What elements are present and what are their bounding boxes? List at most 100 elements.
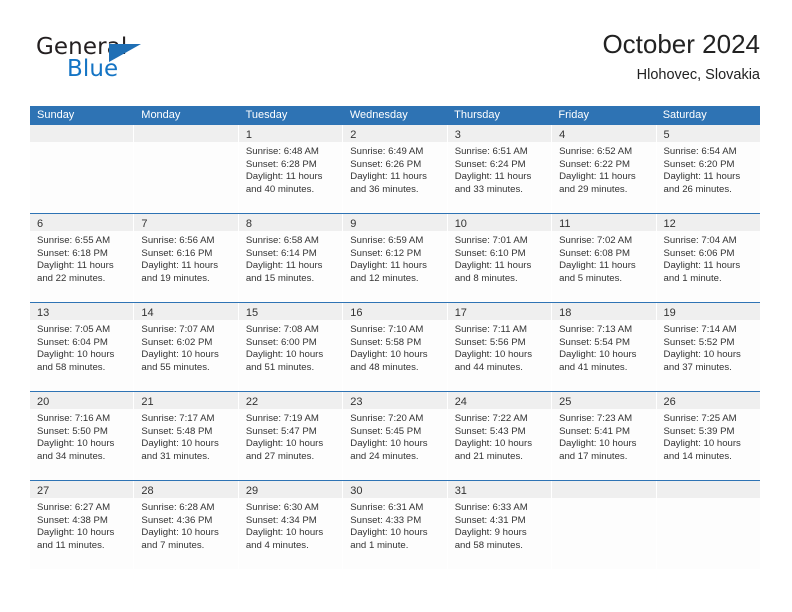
day-details: Sunrise: 6:30 AM Sunset: 4:34 PM Daylight:… — [239, 498, 342, 552]
day-number: 3 — [454, 129, 461, 141]
day-details: Sunrise: 7:22 AM Sunset: 5:43 PM Daylight:… — [448, 409, 551, 463]
sunrise-time: Sunrise: 7:10 AM — [350, 324, 424, 335]
sunset-time: Sunset: 4:33 PM — [350, 514, 422, 526]
day-number: 12 — [663, 218, 676, 230]
day-number: 10 — [454, 218, 467, 230]
brand-logo[interactable]: General Blue — [36, 34, 236, 94]
calendar-day-cell[interactable]: 14 Sunrise: 7:07 AM Sunset: 6:02 PM Dayligh… — [133, 303, 238, 391]
calendar-day-cell-empty — [133, 125, 238, 213]
daylight-duration-line2: and 58 minutes. — [454, 539, 523, 551]
day-number-bar — [134, 125, 238, 142]
calendar-day-cell[interactable]: 23 Sunrise: 7:20 AM Sunset: 5:45 PM Dayligh… — [342, 392, 447, 480]
day-number: 21 — [141, 396, 154, 408]
calendar-day-cell[interactable]: 10 Sunrise: 7:01 AM Sunset: 6:10 PM Dayligh… — [446, 214, 552, 302]
day-details: Sunrise: 7:17 AM Sunset: 5:48 PM Daylight:… — [134, 409, 237, 463]
calendar-weeks: 1 Sunrise: 6:48 AM Sunset: 6:28 PM Daylight… — [30, 125, 760, 569]
daylight-duration-line2: and 14 minutes. — [663, 450, 732, 462]
sunrise-time: Sunrise: 6:52 AM — [559, 146, 633, 157]
daylight-duration-line2: and 48 minutes. — [350, 361, 419, 373]
day-details: Sunrise: 6:58 AM Sunset: 6:14 PM Daylight:… — [239, 231, 342, 285]
sunrise-time: Sunrise: 7:14 AM — [663, 324, 737, 335]
sunrise-time: Sunrise: 6:54 AM — [663, 146, 737, 157]
calendar-day-cell[interactable]: 3 Sunrise: 6:51 AM Sunset: 6:24 PM Daylight… — [446, 125, 552, 213]
daylight-duration-line2: and 26 minutes. — [663, 183, 732, 195]
daylight-duration-line1: Daylight: 10 hours — [663, 349, 741, 361]
calendar-day-cell[interactable]: 5 Sunrise: 6:54 AM Sunset: 6:20 PM Daylight… — [655, 125, 760, 213]
calendar-day-cell[interactable]: 2 Sunrise: 6:49 AM Sunset: 6:26 PM Daylight… — [342, 125, 447, 213]
sunset-time: Sunset: 5:45 PM — [350, 425, 422, 437]
day-number-bar: 26 — [656, 392, 760, 409]
day-details: Sunrise: 7:02 AM Sunset: 6:08 PM Daylight:… — [552, 231, 655, 285]
day-number-bar: 19 — [656, 303, 760, 320]
calendar-day-cell[interactable]: 11 Sunrise: 7:02 AM Sunset: 6:08 PM Dayligh… — [551, 214, 656, 302]
sunrise-time: Sunrise: 6:28 AM — [141, 502, 215, 513]
day-details: Sunrise: 6:31 AM Sunset: 4:33 PM Daylight:… — [343, 498, 446, 552]
daylight-duration-line2: and 24 minutes. — [350, 450, 419, 462]
day-number: 11 — [559, 218, 571, 230]
calendar-day-cell[interactable]: 1 Sunrise: 6:48 AM Sunset: 6:28 PM Daylight… — [237, 125, 343, 213]
sunrise-time: Sunrise: 7:01 AM — [454, 235, 528, 246]
day-number-bar: 13 — [30, 303, 134, 320]
calendar-day-cell[interactable]: 26 Sunrise: 7:25 AM Sunset: 5:39 PM Dayligh… — [655, 392, 760, 480]
sunrise-time: Sunrise: 7:19 AM — [245, 413, 319, 424]
calendar-page: General Blue October 2024 Hlohovec, Slov… — [0, 0, 792, 612]
weekday-header-sunday: Sunday — [37, 109, 75, 121]
daylight-duration-line1: Daylight: 10 hours — [454, 438, 533, 450]
daylight-duration-line1: Daylight: 10 hours — [141, 438, 219, 450]
daylight-duration-line2: and 15 minutes. — [245, 272, 315, 284]
day-number: 14 — [141, 307, 154, 319]
calendar-day-cell[interactable]: 22 Sunrise: 7:19 AM Sunset: 5:47 PM Dayligh… — [237, 392, 343, 480]
day-details: Sunrise: 6:28 AM Sunset: 4:36 PM Daylight:… — [134, 498, 237, 552]
calendar-day-cell[interactable]: 28 Sunrise: 6:28 AM Sunset: 4:36 PM Dayligh… — [133, 481, 238, 569]
day-details: Sunrise: 7:07 AM Sunset: 6:02 PM Daylight:… — [134, 320, 237, 374]
calendar-day-cell[interactable]: 20 Sunrise: 7:16 AM Sunset: 5:50 PM Dayligh… — [30, 392, 134, 480]
calendar-day-cell[interactable]: 19 Sunrise: 7:14 AM Sunset: 5:52 PM Dayligh… — [655, 303, 760, 391]
day-number-bar: 8 — [238, 214, 343, 231]
daylight-duration-line2: and 37 minutes. — [663, 361, 732, 373]
calendar-day-cell[interactable]: 25 Sunrise: 7:23 AM Sunset: 5:41 PM Dayligh… — [551, 392, 656, 480]
calendar-week-row: 20 Sunrise: 7:16 AM Sunset: 5:50 PM Dayligh… — [30, 391, 760, 480]
calendar-day-cell[interactable]: 18 Sunrise: 7:13 AM Sunset: 5:54 PM Dayligh… — [551, 303, 656, 391]
day-number-bar: 5 — [656, 125, 760, 142]
daylight-duration-line2: and 8 minutes. — [454, 272, 518, 284]
calendar-day-cell[interactable]: 4 Sunrise: 6:52 AM Sunset: 6:22 PM Daylight… — [551, 125, 656, 213]
calendar-day-cell[interactable]: 30 Sunrise: 6:31 AM Sunset: 4:33 PM Dayligh… — [342, 481, 447, 569]
daylight-duration-line2: and 22 minutes. — [37, 272, 106, 284]
calendar-day-cell[interactable]: 16 Sunrise: 7:10 AM Sunset: 5:58 PM Dayligh… — [342, 303, 447, 391]
weekday-header-saturday: Saturday — [662, 109, 707, 121]
day-number-bar: 10 — [447, 214, 552, 231]
day-details: Sunrise: 7:25 AM Sunset: 5:39 PM Daylight:… — [657, 409, 760, 463]
day-number-bar: 24 — [447, 392, 552, 409]
calendar-day-cell[interactable]: 8 Sunrise: 6:58 AM Sunset: 6:14 PM Daylight… — [237, 214, 343, 302]
calendar-day-cell[interactable]: 15 Sunrise: 7:08 AM Sunset: 6:00 PM Dayligh… — [237, 303, 343, 391]
sunrise-time: Sunrise: 6:49 AM — [350, 146, 424, 157]
daylight-duration-line2: and 36 minutes. — [350, 183, 419, 195]
calendar-day-cell[interactable]: 9 Sunrise: 6:59 AM Sunset: 6:12 PM Daylight… — [342, 214, 447, 302]
weekday-header-thursday: Thursday — [454, 109, 500, 121]
day-number: 8 — [245, 218, 252, 230]
sunset-time: Sunset: 6:14 PM — [245, 247, 317, 259]
calendar-day-cell[interactable]: 13 Sunrise: 7:05 AM Sunset: 6:04 PM Dayligh… — [30, 303, 134, 391]
calendar-day-cell-empty — [551, 481, 656, 569]
daylight-duration-line1: Daylight: 9 hours — [454, 527, 527, 539]
day-details: Sunrise: 6:33 AM Sunset: 4:31 PM Daylight:… — [448, 498, 551, 552]
calendar-day-cell[interactable]: 27 Sunrise: 6:27 AM Sunset: 4:38 PM Dayligh… — [30, 481, 134, 569]
calendar-day-cell[interactable]: 6 Sunrise: 6:55 AM Sunset: 6:18 PM Daylight… — [30, 214, 134, 302]
day-number-bar: 6 — [30, 214, 134, 231]
sunrise-time: Sunrise: 7:17 AM — [141, 413, 215, 424]
daylight-duration-line1: Daylight: 10 hours — [350, 438, 428, 450]
sunset-time: Sunset: 6:26 PM — [350, 158, 422, 170]
calendar-day-cell[interactable]: 7 Sunrise: 6:56 AM Sunset: 6:16 PM Daylight… — [133, 214, 238, 302]
calendar-day-cell[interactable]: 17 Sunrise: 7:11 AM Sunset: 5:56 PM Dayligh… — [446, 303, 552, 391]
day-number: 7 — [141, 218, 148, 230]
calendar-day-cell[interactable]: 29 Sunrise: 6:30 AM Sunset: 4:34 PM Dayligh… — [237, 481, 343, 569]
daylight-duration-line1: Daylight: 10 hours — [245, 349, 324, 361]
day-number: 30 — [350, 485, 363, 497]
calendar-day-cell[interactable]: 24 Sunrise: 7:22 AM Sunset: 5:43 PM Dayligh… — [446, 392, 552, 480]
day-details: Sunrise: 6:59 AM Sunset: 6:12 PM Daylight:… — [343, 231, 446, 285]
calendar-day-cell[interactable]: 12 Sunrise: 7:04 AM Sunset: 6:06 PM Dayligh… — [655, 214, 760, 302]
sunset-time: Sunset: 5:58 PM — [350, 336, 422, 348]
calendar-day-cell[interactable]: 21 Sunrise: 7:17 AM Sunset: 5:48 PM Dayligh… — [133, 392, 238, 480]
day-number-bar: 23 — [343, 392, 447, 409]
calendar-day-cell[interactable]: 31 Sunrise: 6:33 AM Sunset: 4:31 PM Dayligh… — [446, 481, 552, 569]
